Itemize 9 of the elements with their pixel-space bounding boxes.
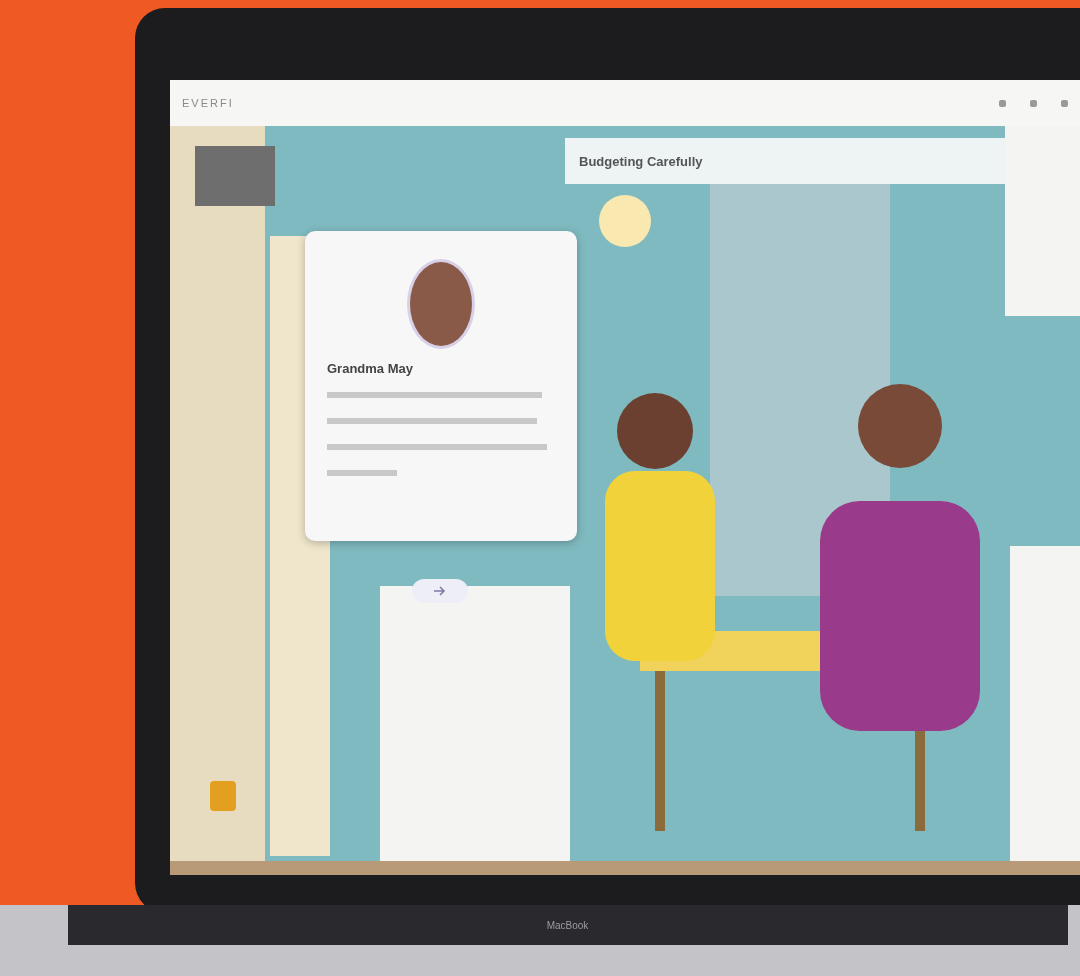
speaker-name: Grandma May xyxy=(327,361,413,376)
next-button[interactable] xyxy=(412,579,468,603)
brand-logo: EVERFI xyxy=(182,97,234,109)
nav-icon[interactable] xyxy=(1061,99,1068,107)
lesson-title: Budgeting Carefully xyxy=(579,153,703,169)
nav-icon[interactable] xyxy=(999,99,1006,107)
nav-icon[interactable] xyxy=(1030,99,1037,107)
device-label: MacBook xyxy=(546,919,589,931)
arrow-icon xyxy=(433,586,447,596)
